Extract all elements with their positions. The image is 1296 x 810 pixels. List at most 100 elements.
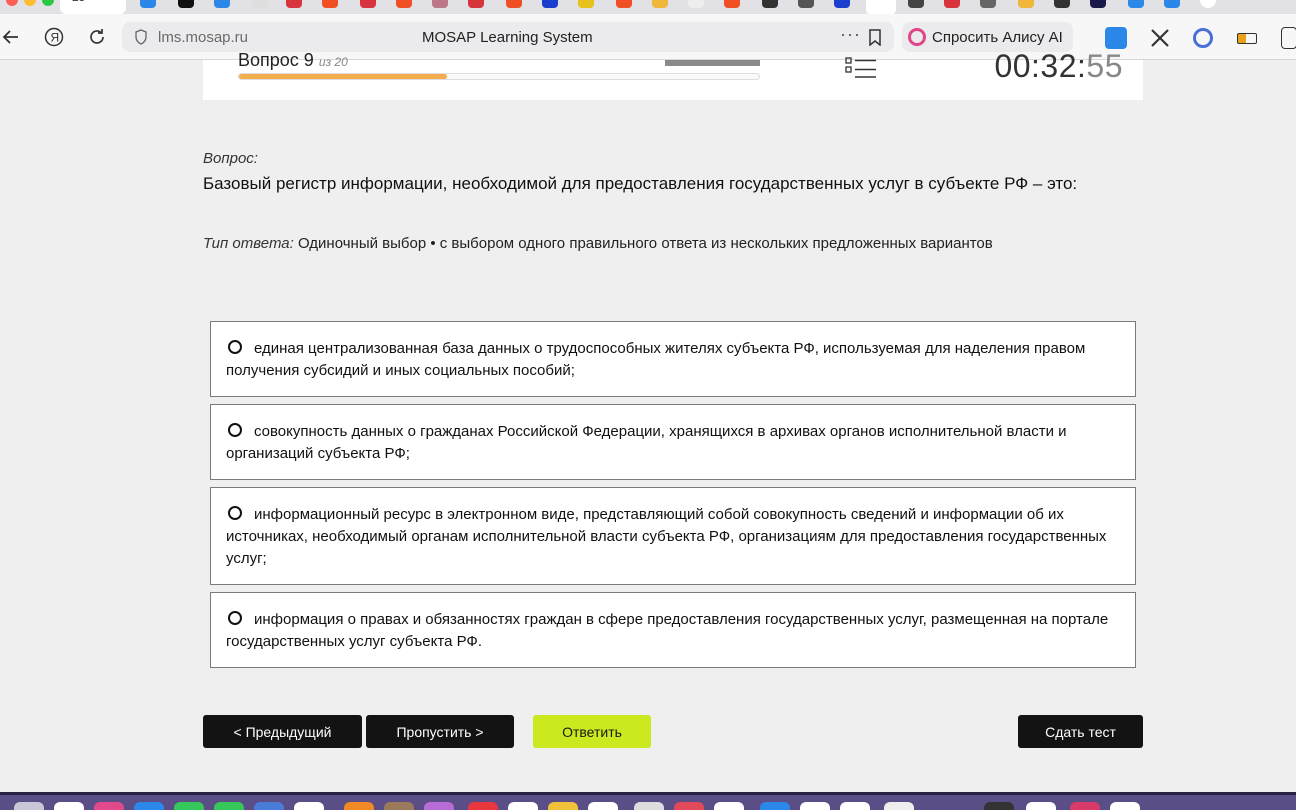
dock-app-icon[interactable]	[1070, 802, 1100, 810]
dock-app-icon[interactable]	[588, 802, 618, 810]
tab-favicon[interactable]	[214, 0, 230, 8]
tab-favicon[interactable]	[652, 0, 668, 8]
extension-icon[interactable]	[1193, 28, 1213, 48]
question-total: из 20	[318, 55, 348, 69]
timer-main: 00:32:	[994, 48, 1087, 84]
dock-app-icon[interactable]	[94, 802, 124, 810]
tab-favicon[interactable]	[1054, 0, 1070, 8]
countdown-timer: 00:32:55	[994, 48, 1123, 85]
answer-option-text: совокупность данных о гражданах Российск…	[226, 423, 1067, 462]
extension-icon[interactable]	[1281, 27, 1296, 49]
bookmark-icon[interactable]	[868, 29, 882, 46]
dock-app-icon[interactable]	[800, 802, 830, 810]
tab-favicon[interactable]	[1128, 0, 1144, 8]
dock-app-icon[interactable]	[634, 802, 664, 810]
tab-favicon[interactable]	[542, 0, 558, 8]
yandex-icon[interactable]: Я	[43, 26, 65, 48]
tab-favicon[interactable]	[688, 0, 704, 8]
more-icon[interactable]: ···	[840, 24, 861, 45]
reload-icon[interactable]	[86, 26, 108, 48]
tab-favicon[interactable]	[286, 0, 302, 8]
tab-favicon[interactable]	[616, 0, 632, 8]
answer-option-1[interactable]: единая централизованная база данных о тр…	[210, 321, 1136, 397]
radio-button[interactable]	[228, 340, 242, 354]
radio-button[interactable]	[228, 423, 242, 437]
tab-favicon[interactable]	[396, 0, 412, 8]
tab-favicon[interactable]	[578, 0, 594, 8]
tab-favicon[interactable]	[360, 0, 376, 8]
tab-favicon[interactable]	[1090, 0, 1106, 8]
dock-app-icon[interactable]	[214, 802, 244, 810]
tab-favicon[interactable]	[834, 0, 850, 8]
tab-favicon[interactable]	[1164, 0, 1180, 8]
tab-favicon[interactable]	[468, 0, 484, 8]
dock-app-icon[interactable]	[984, 802, 1014, 810]
tab-favicon[interactable]	[908, 0, 924, 8]
dock-app-icon[interactable]	[1026, 802, 1056, 810]
answer-option-2[interactable]: совокупность данных о гражданах Российск…	[210, 404, 1136, 480]
new-tab-icon[interactable]	[1200, 0, 1216, 8]
quiz-header: Вопрос 9 из 20 00:32:55	[203, 48, 1143, 100]
address-url: lms.mosap.ru	[158, 29, 249, 46]
tab-favicon[interactable]	[980, 0, 996, 8]
question-list-icon[interactable]	[845, 57, 877, 79]
question-number: Вопрос 9	[238, 50, 314, 70]
answer-option-3[interactable]: информационный ресурс в электронном виде…	[210, 487, 1136, 585]
progress-bar	[238, 73, 760, 80]
tab-favicon[interactable]	[762, 0, 778, 8]
answer-type-label: Тип ответа:	[203, 235, 294, 252]
dock-app-icon[interactable]	[254, 802, 284, 810]
dock-app-icon[interactable]	[760, 802, 790, 810]
browser-tab-active[interactable]: 25 ×	[60, 0, 126, 14]
battery-icon	[1237, 33, 1257, 44]
window-zoom-control[interactable]	[42, 0, 54, 6]
tab-favicon[interactable]	[798, 0, 814, 8]
question-counter: Вопрос 9 из 20	[238, 50, 348, 71]
dock-app-icon[interactable]	[548, 802, 578, 810]
progress-bar-fill	[239, 74, 447, 79]
dock-app-icon[interactable]	[294, 802, 324, 810]
dock-app-icon[interactable]	[508, 802, 538, 810]
alice-icon	[908, 28, 926, 46]
dock-app-icon[interactable]	[1110, 802, 1140, 810]
dock-app-icon[interactable]	[54, 802, 84, 810]
submit-test-button[interactable]: Сдать тест	[1018, 715, 1143, 748]
tab-favicon[interactable]	[252, 0, 268, 8]
extension-icon[interactable]	[1105, 27, 1127, 49]
dock-app-icon[interactable]	[674, 802, 704, 810]
tab-favicon[interactable]	[432, 0, 448, 8]
tab-favicon[interactable]	[724, 0, 740, 8]
tab-close-icon[interactable]: ×	[72, 0, 79, 4]
answer-option-4[interactable]: информация о правах и обязанностях гражд…	[210, 592, 1136, 668]
answer-button[interactable]: Ответить	[533, 715, 651, 748]
dock-app-icon[interactable]	[174, 802, 204, 810]
browser-tab-strip: 25 ×	[0, 0, 1296, 14]
radio-button[interactable]	[228, 506, 242, 520]
window-minimize-control[interactable]	[24, 0, 36, 6]
tab-favicon[interactable]	[944, 0, 960, 8]
dock-app-icon[interactable]	[840, 802, 870, 810]
extension-icon[interactable]	[1149, 27, 1171, 49]
tab-favicon[interactable]	[178, 0, 194, 8]
radio-button[interactable]	[228, 611, 242, 625]
dock-app-icon[interactable]	[14, 802, 44, 810]
question-nav-button[interactable]	[665, 60, 760, 66]
dock-app-icon[interactable]	[468, 802, 498, 810]
tab-favicon[interactable]	[866, 0, 896, 14]
window-close-control[interactable]	[6, 0, 18, 6]
dock-app-icon[interactable]	[134, 802, 164, 810]
dock-app-icon[interactable]	[884, 802, 914, 810]
skip-button[interactable]: Пропустить >	[366, 715, 514, 748]
address-bar[interactable]: lms.mosap.ru MOSAP Learning System ···	[122, 22, 894, 52]
back-icon[interactable]	[0, 26, 22, 48]
tab-favicon[interactable]	[1018, 0, 1034, 8]
dock-app-icon[interactable]	[384, 802, 414, 810]
previous-button[interactable]: < Предыдущий	[203, 715, 362, 748]
tab-favicon[interactable]	[140, 0, 156, 8]
dock-app-icon[interactable]	[714, 802, 744, 810]
answer-option-text: единая централизованная база данных о тр…	[226, 340, 1086, 379]
dock-app-icon[interactable]	[344, 802, 374, 810]
tab-favicon[interactable]	[506, 0, 522, 8]
tab-favicon[interactable]	[322, 0, 338, 8]
dock-app-icon[interactable]	[424, 802, 454, 810]
